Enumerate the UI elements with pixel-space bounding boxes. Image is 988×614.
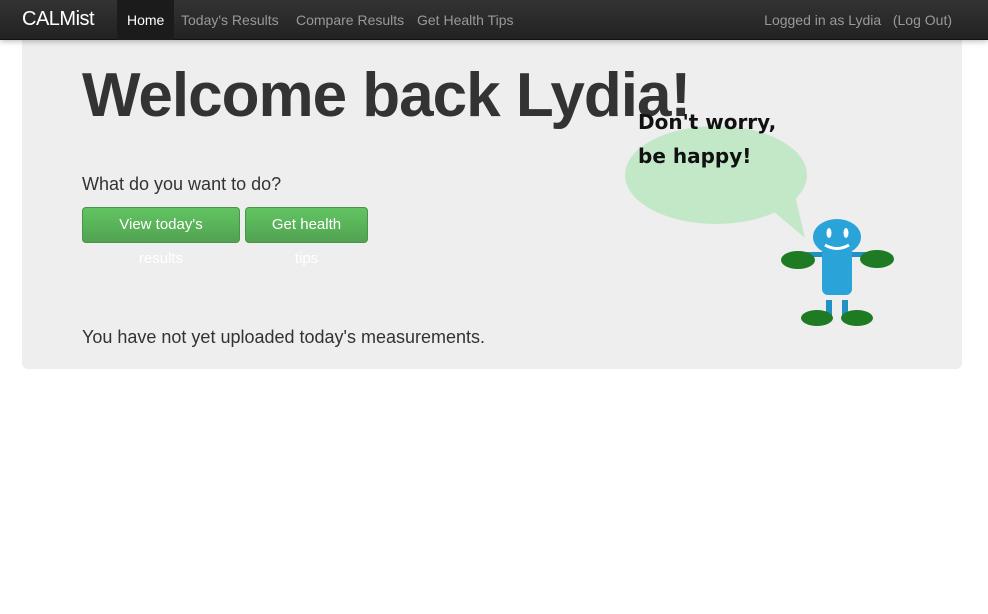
logout-link[interactable]: (Log Out) xyxy=(893,12,952,28)
bubble-line-2: be happy! xyxy=(638,144,752,168)
brand-logo[interactable]: CALMist xyxy=(22,8,95,31)
navbar: CALMist Home Today's Results Compare Res… xyxy=(0,0,988,40)
speech-bubble-text: Don't worry, be happy! xyxy=(638,105,788,173)
nav-get-health-tips[interactable]: Get Health Tips xyxy=(407,0,524,40)
nav-todays-results[interactable]: Today's Results xyxy=(171,0,289,40)
get-health-tips-button[interactable]: Get health tips xyxy=(245,207,368,267)
logged-in-label: Logged in as Lydia xyxy=(764,12,882,28)
nav-compare-results[interactable]: Compare Results xyxy=(286,0,414,40)
prompt-text: What do you want to do? xyxy=(82,174,282,194)
user-area: Logged in as Lydia (Log Out) xyxy=(764,0,952,40)
view-results-button[interactable]: View today's results xyxy=(82,207,240,267)
nav-home[interactable]: Home xyxy=(117,0,175,40)
upload-status-text: You have not yet uploaded today's measur… xyxy=(82,327,486,347)
bubble-line-1: Don't worry, xyxy=(638,110,777,134)
page-title: Welcome back Lydia! xyxy=(82,61,691,130)
